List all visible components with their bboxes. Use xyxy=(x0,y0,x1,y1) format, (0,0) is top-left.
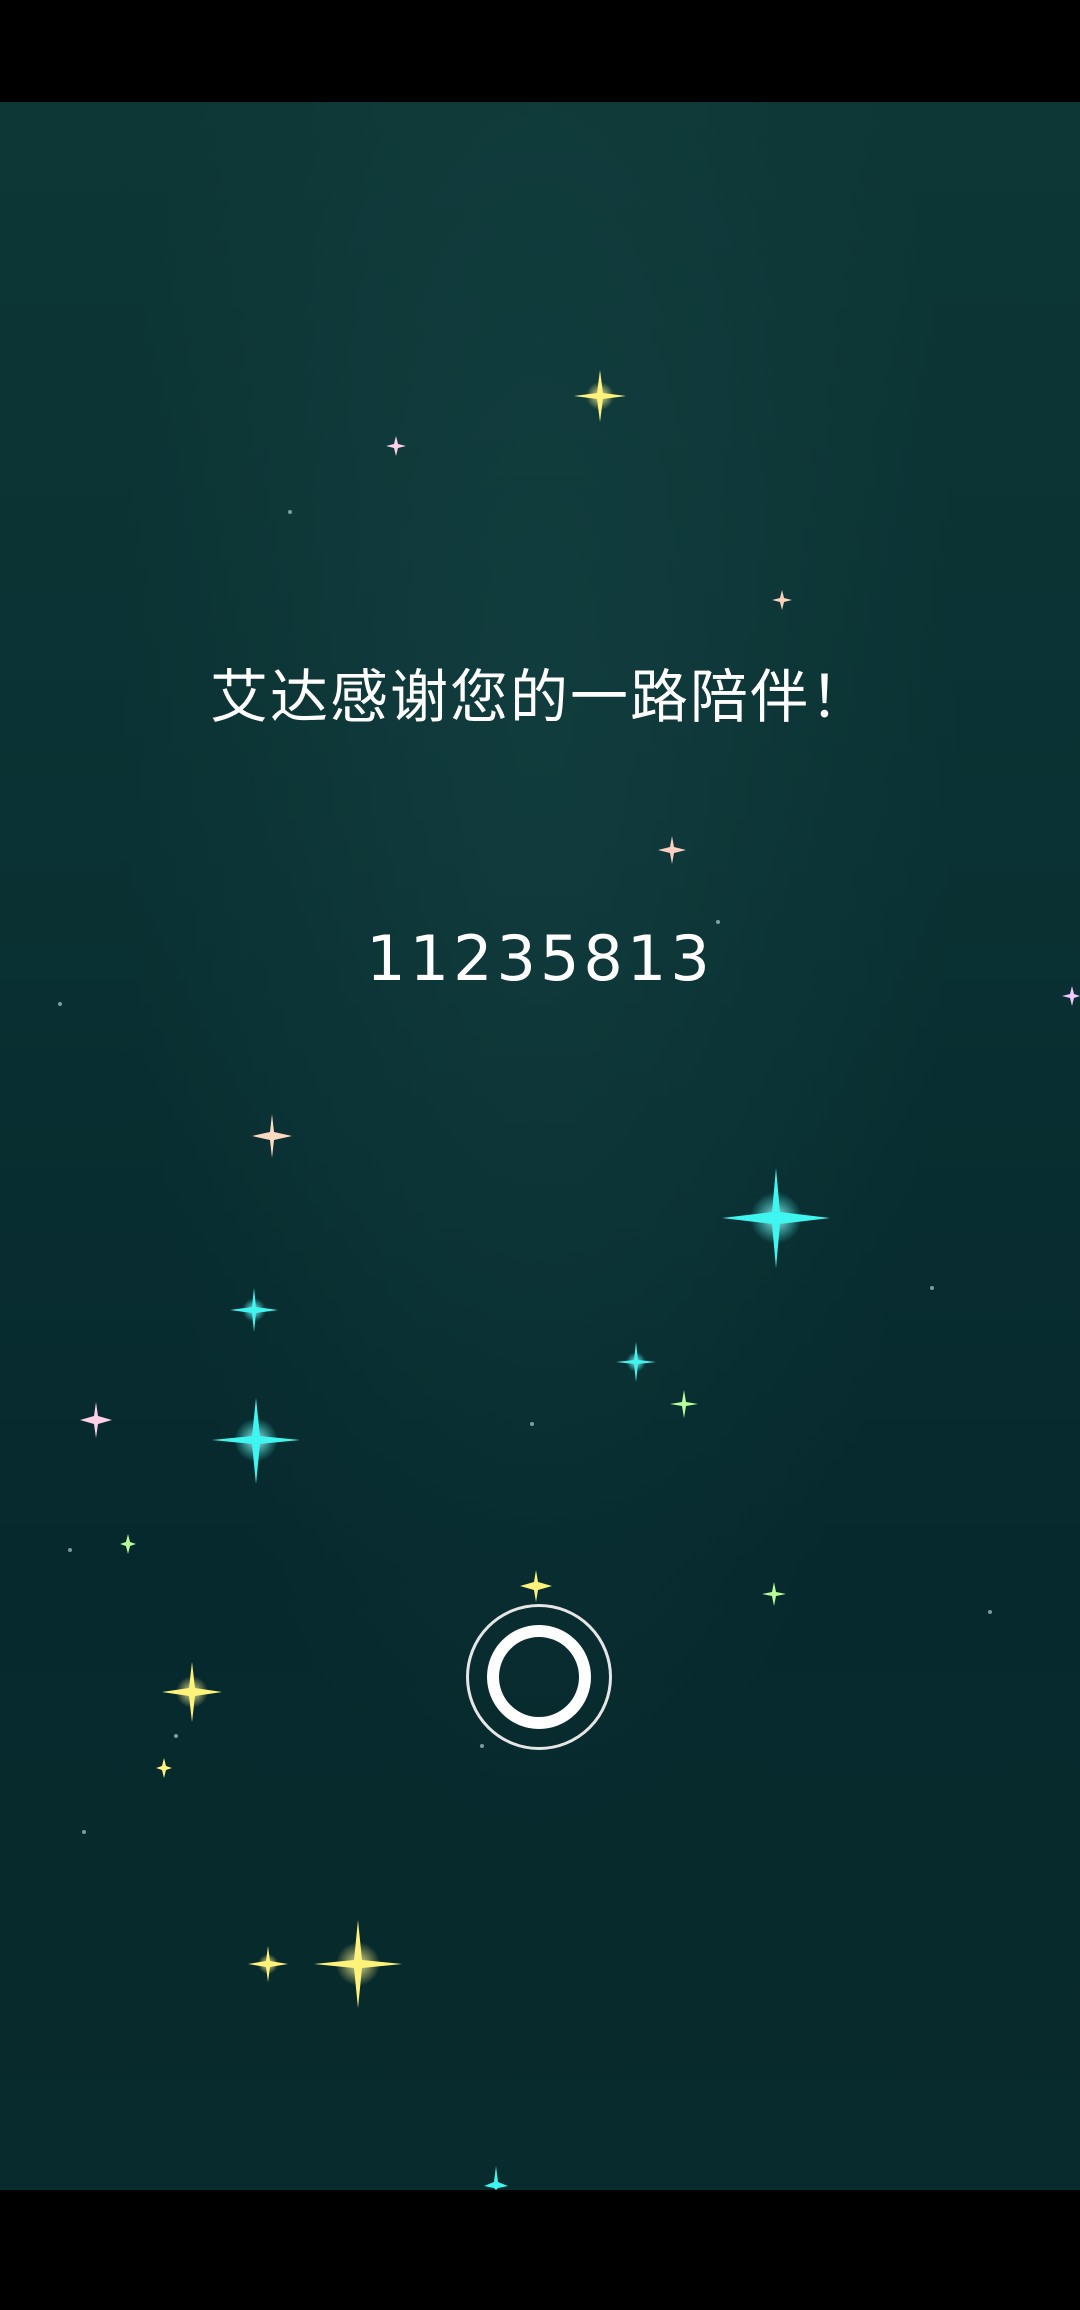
navigation-bar xyxy=(0,2190,1080,2310)
sparkle-star-icon xyxy=(484,2166,508,2190)
sparkle-star-icon xyxy=(230,1288,278,1332)
sparkle-star-icon xyxy=(574,370,626,422)
sparkle-star-icon xyxy=(520,1570,552,1602)
sparkle-star-icon xyxy=(212,1398,300,1484)
sparkle-star-icon xyxy=(162,1662,222,1722)
sparkle-stars-layer xyxy=(58,370,1080,2190)
sparkle-star-icon xyxy=(772,590,792,610)
status-bar xyxy=(0,0,1080,102)
sparkle-star-icon xyxy=(616,1342,656,1382)
thank-you-message: 艾达感谢您的一路陪伴！ xyxy=(209,663,870,731)
sparkle-star-icon xyxy=(386,436,406,456)
sparkle-star-icon xyxy=(658,836,686,864)
sparkle-star-icon xyxy=(722,1168,830,1268)
sparkle-star-icon xyxy=(80,1402,112,1438)
sparkle-star-icon xyxy=(314,1920,402,2008)
sparkle-star-icon xyxy=(252,1114,292,1158)
ring-button-inner xyxy=(487,1625,591,1729)
ring-button-icon[interactable] xyxy=(466,1604,612,1750)
sparkle-star-icon xyxy=(670,1390,698,1418)
sparkle-star-icon xyxy=(156,1758,172,1778)
sparkle-star-icon xyxy=(762,1582,786,1606)
code-number: 11235813 xyxy=(366,922,714,995)
sparkle-star-icon xyxy=(248,1946,288,1982)
sparkle-star-icon xyxy=(120,1534,136,1554)
starfield-scene: 艾达感谢您的一路陪伴！ 11235813 xyxy=(0,102,1080,2190)
